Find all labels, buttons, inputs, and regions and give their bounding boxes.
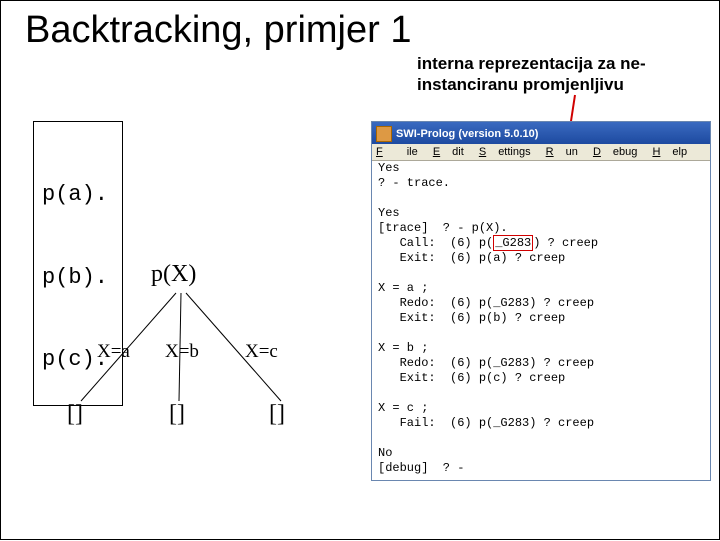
subtitle-line-2: instanciranu promjenljivu [417, 75, 624, 94]
tree-leaf-2: [] [169, 401, 185, 428]
search-tree: p(X) X=a X=b X=c [] [] [] [61, 241, 341, 451]
swi-console-output: Yes ? - trace. Yes [trace] ? - p(X). Cal… [372, 161, 710, 480]
subtitle: interna reprezentacija za ne- instancira… [417, 53, 646, 96]
tree-edge-a: X=a [97, 341, 130, 363]
menu-run[interactable]: Run [546, 146, 578, 158]
internal-var-highlight: _G283 [493, 235, 533, 251]
swi-prolog-window: SWI-Prolog (version 5.0.10) File Edit Se… [371, 121, 711, 481]
swi-menubar: File Edit Settings Run Debug Help [372, 144, 710, 161]
swi-title-text: SWI-Prolog (version 5.0.10) [396, 128, 538, 140]
tree-root: p(X) [151, 261, 196, 288]
swi-titlebar: SWI-Prolog (version 5.0.10) [372, 122, 710, 144]
tree-leaf-1: [] [67, 401, 83, 428]
slide-title: Backtracking, primjer 1 [25, 9, 411, 52]
menu-debug[interactable]: Debug [593, 146, 637, 158]
fact-1: p(a). [42, 181, 108, 209]
tree-edge-b: X=b [165, 341, 199, 363]
menu-settings[interactable]: Settings [479, 146, 531, 158]
tree-edge-c: X=c [245, 341, 278, 363]
tree-leaf-3: [] [269, 401, 285, 428]
subtitle-line-1: interna reprezentacija za ne- [417, 54, 646, 73]
menu-file[interactable]: File [376, 146, 418, 158]
menu-edit[interactable]: Edit [433, 146, 464, 158]
menu-help[interactable]: Help [652, 146, 687, 158]
swi-icon [376, 126, 392, 142]
